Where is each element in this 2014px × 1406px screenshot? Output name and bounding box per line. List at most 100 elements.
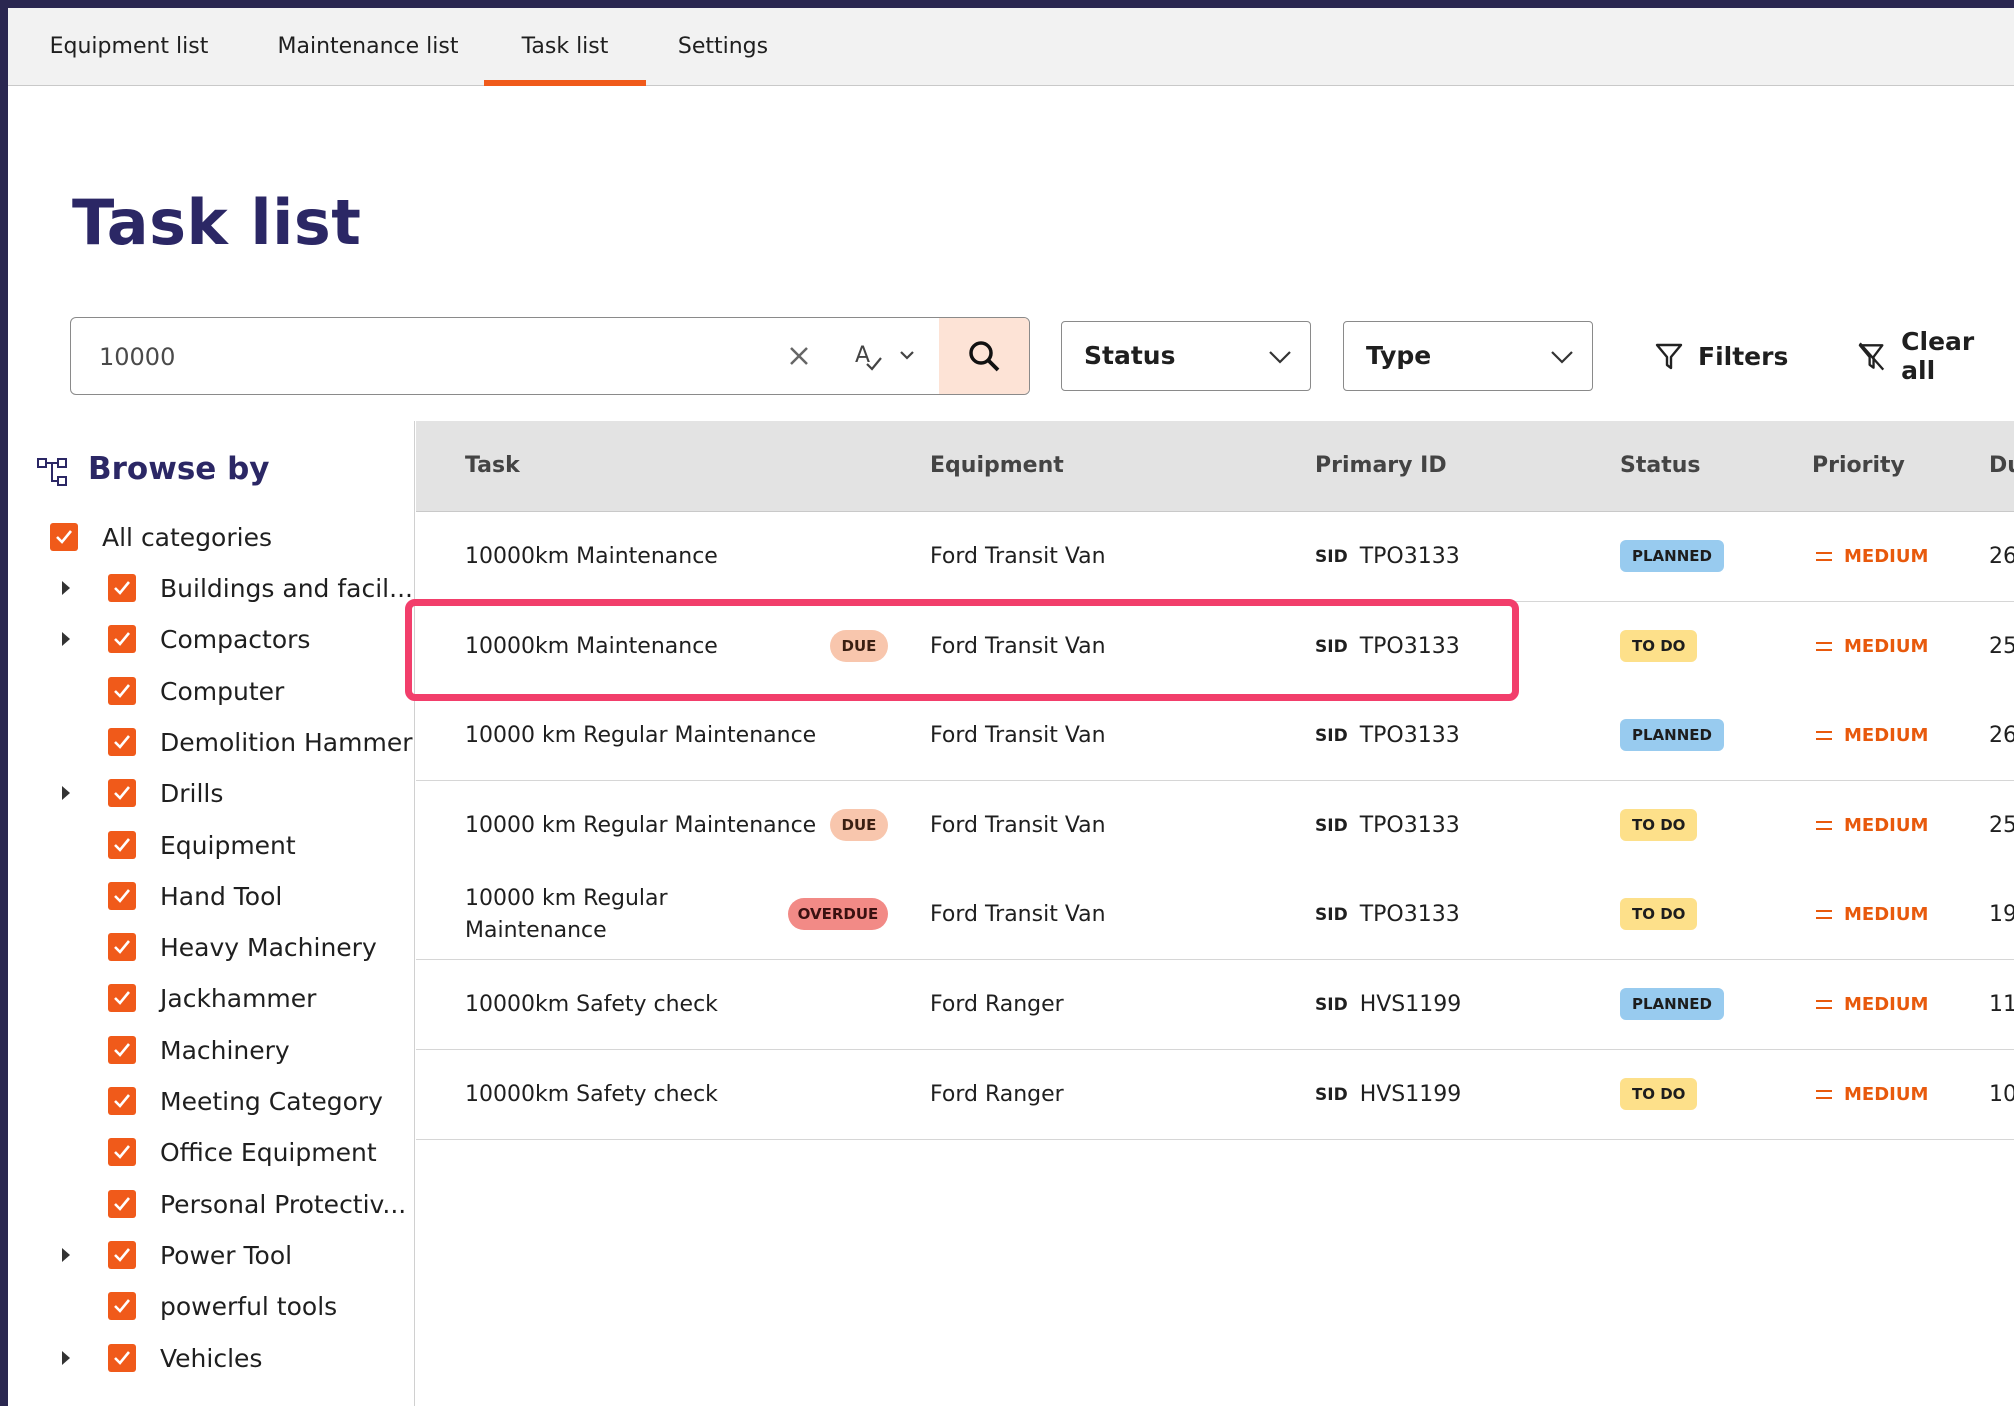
status-badge: PLANNED <box>1620 540 1724 572</box>
tab-task-list[interactable]: Task list <box>484 8 646 86</box>
category-item[interactable]: Hand Tool <box>108 876 282 916</box>
category-item[interactable]: Equipment <box>108 825 296 865</box>
checkmark-icon <box>114 940 131 954</box>
status-select-label: Status <box>1084 341 1176 370</box>
status-select[interactable]: Status <box>1061 321 1311 391</box>
category-all[interactable]: All categories <box>50 517 272 557</box>
category-item[interactable]: Drills <box>108 773 223 813</box>
category-label: powerful tools <box>160 1291 338 1321</box>
tab-equipment-list[interactable]: Equipment list <box>8 8 250 85</box>
priority: MEDIUM <box>1816 512 1928 601</box>
type-select[interactable]: Type <box>1343 321 1593 391</box>
status-badge: TO DO <box>1620 630 1698 662</box>
checkbox-checked[interactable] <box>108 1241 136 1269</box>
spell-check-dropdown[interactable]: A <box>851 336 921 376</box>
browse-sidebar: Browse by All categories Buildings and f… <box>8 421 415 1406</box>
checkbox-checked[interactable] <box>108 1190 136 1218</box>
clear-all-button[interactable]: Clear all <box>1856 321 2014 391</box>
tab-maintenance-list[interactable]: Maintenance list <box>250 8 486 85</box>
table-row[interactable]: 10000 km Regular Maintenance Ford Transit… <box>416 691 2014 781</box>
priority-medium-icon <box>1816 552 1832 561</box>
expand-caret-icon[interactable] <box>62 1248 70 1262</box>
checkbox-checked[interactable] <box>108 1292 136 1320</box>
checkbox-checked[interactable] <box>108 1138 136 1166</box>
category-item[interactable]: Vehicles <box>108 1338 262 1378</box>
tab-label: Maintenance list <box>277 34 459 59</box>
checkmark-icon <box>114 1043 131 1057</box>
priority-label: MEDIUM <box>1844 546 1929 567</box>
category-item[interactable]: Demolition Hammer <box>108 722 413 762</box>
checkbox-checked[interactable] <box>108 882 136 910</box>
tab-settings[interactable]: Settings <box>650 8 796 85</box>
primary-id-value: HVS1199 <box>1359 1082 1462 1107</box>
category-item[interactable]: Buildings and facil... <box>108 568 413 608</box>
column-header-equipment[interactable]: Equipment <box>930 421 1064 511</box>
search-button[interactable] <box>939 318 1029 394</box>
primary-id: SID TPO3133 <box>1315 512 1460 601</box>
checkmark-icon <box>114 632 131 646</box>
due-flag-badge: DUE <box>830 630 888 662</box>
checkbox-checked[interactable] <box>108 574 136 602</box>
table-row[interactable]: 10000km Maintenance DUE Ford Transit Van SI… <box>416 602 2014 692</box>
category-item[interactable]: Office Equipment <box>108 1132 377 1172</box>
checkbox-checked[interactable] <box>108 779 136 807</box>
task-name: 10000km Safety check <box>465 1050 718 1139</box>
category-item[interactable]: Heavy Machinery <box>108 927 377 967</box>
table-header: Task Equipment Primary ID Status Priorit… <box>416 421 2014 512</box>
column-header-priority[interactable]: Priority <box>1812 421 1905 511</box>
table-row[interactable]: 10000 km Regular Maintenance OVERDUE Ford … <box>416 870 2014 960</box>
table-row[interactable]: 10000km Maintenance Ford Transit Van SID TP… <box>416 512 2014 602</box>
checkbox-checked[interactable] <box>108 1036 136 1064</box>
checkbox-checked[interactable] <box>108 984 136 1012</box>
table-row[interactable]: 10000 km Regular Maintenance DUE Ford Tran… <box>416 781 2014 871</box>
category-item[interactable]: powerful tools <box>108 1286 337 1326</box>
task-name: 10000km Maintenance <box>465 602 718 691</box>
clear-search-icon[interactable] <box>783 340 815 372</box>
priority-label: MEDIUM <box>1844 815 1929 836</box>
primary-id-value: TPO3133 <box>1359 544 1460 569</box>
checkmark-icon <box>114 1299 131 1313</box>
sid-label: SID <box>1315 815 1348 836</box>
column-header-primary-id[interactable]: Primary ID <box>1315 421 1447 511</box>
priority-label: MEDIUM <box>1844 994 1929 1015</box>
task-name-text: 10000 km Regular Maintenance <box>465 722 817 748</box>
status-badge: TO DO <box>1620 898 1698 930</box>
category-item[interactable]: Jackhammer <box>108 978 316 1018</box>
expand-caret-icon[interactable] <box>62 632 70 646</box>
checkbox-checked[interactable] <box>108 728 136 756</box>
search-input[interactable] <box>97 318 721 394</box>
filters-button[interactable]: Filters <box>1654 321 1788 391</box>
sid-label: SID <box>1315 725 1348 746</box>
category-item[interactable]: Compactors <box>108 619 310 659</box>
column-header-due[interactable]: Due <box>1989 421 2014 511</box>
expand-caret-icon[interactable] <box>62 786 70 800</box>
priority-medium-icon <box>1816 821 1832 830</box>
checkbox-checked[interactable] <box>108 1087 136 1115</box>
category-item[interactable]: Machinery <box>108 1030 290 1070</box>
equipment-name: Ford Transit Van <box>930 634 1106 659</box>
checkbox-checked[interactable] <box>50 523 78 551</box>
category-label: Vehicles <box>160 1343 263 1373</box>
category-item[interactable]: Computer <box>108 671 284 711</box>
category-label: All categories <box>102 522 272 552</box>
table-row[interactable]: 10000km Safety check Ford Ranger SID HVS119… <box>416 1050 2014 1140</box>
category-label: Compactors <box>160 624 311 654</box>
checkbox-checked[interactable] <box>108 933 136 961</box>
column-header-status[interactable]: Status <box>1620 421 1700 511</box>
checkmark-icon <box>114 581 131 595</box>
status-badge: PLANNED <box>1620 988 1724 1020</box>
expand-caret-icon[interactable] <box>62 1351 70 1365</box>
category-item[interactable]: Meeting Category <box>108 1081 383 1121</box>
due-flag-badge: OVERDUE <box>788 898 888 930</box>
column-header-task[interactable]: Task <box>465 421 520 511</box>
checkbox-checked[interactable] <box>108 1344 136 1372</box>
category-label: Equipment <box>160 830 296 860</box>
checkbox-checked[interactable] <box>108 625 136 653</box>
checkbox-checked[interactable] <box>108 831 136 859</box>
expand-caret-icon[interactable] <box>62 581 70 595</box>
checkbox-checked[interactable] <box>108 677 136 705</box>
table-row[interactable]: 10000km Safety check Ford Ranger SID HVS119… <box>416 960 2014 1050</box>
category-item[interactable]: Personal Protectiv... <box>108 1184 406 1224</box>
category-item[interactable]: Power Tool <box>108 1235 292 1275</box>
category-label: Drills <box>160 778 224 808</box>
